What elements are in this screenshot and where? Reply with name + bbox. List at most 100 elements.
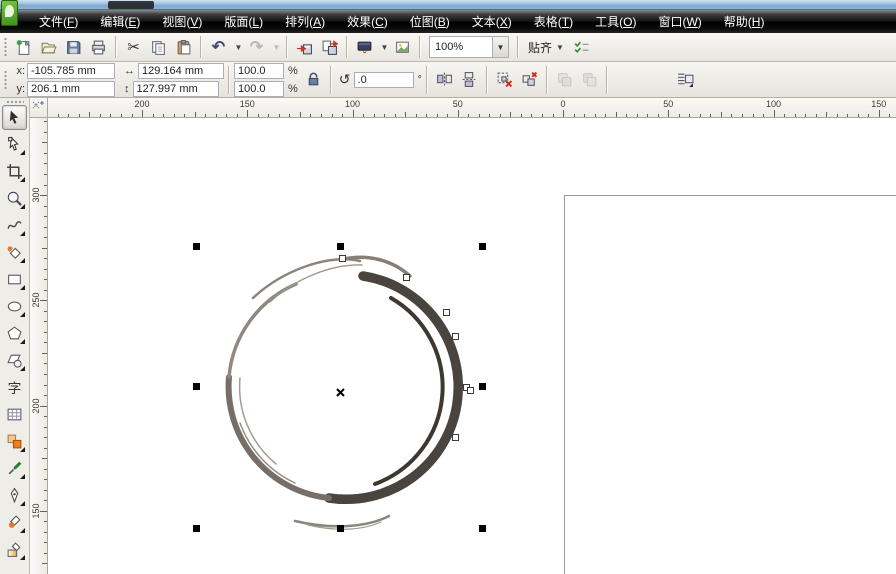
eyedropper-tool[interactable] (2, 456, 27, 481)
menu-item-t[interactable]: 表格(T) (523, 10, 584, 33)
drawing-canvas[interactable] (48, 118, 896, 574)
fill-tool[interactable] (2, 510, 27, 535)
scale-x-field[interactable]: 100.0 (234, 63, 284, 79)
propbar-grip[interactable] (3, 70, 8, 90)
selection-handle[interactable] (193, 243, 200, 250)
save-button[interactable] (62, 36, 85, 59)
crop-tool[interactable] (2, 159, 27, 184)
undo-dropdown[interactable]: ▼ (232, 36, 243, 59)
menu-bar: 文件(F)编辑(E)视图(V)版面(L)排列(A)效果(C)位图(B)文本(X)… (0, 10, 896, 33)
basic-shapes-tool[interactable] (2, 348, 27, 373)
blend-tool[interactable] (2, 429, 27, 454)
menu-item-e[interactable]: 编辑(E) (89, 10, 151, 33)
menu-item-b[interactable]: 位图(B) (399, 10, 461, 33)
selection-handle[interactable] (479, 525, 486, 532)
table-tool[interactable] (2, 402, 27, 427)
vertical-ruler[interactable]: 300250200150 (30, 118, 48, 574)
ellipse-tool[interactable] (2, 294, 27, 319)
object-height-field[interactable]: 127.997 mm (133, 81, 219, 97)
lock-icon (305, 71, 322, 88)
open-button[interactable] (37, 36, 60, 59)
artwork-brush-circle[interactable] (48, 118, 896, 574)
shape-tool[interactable] (2, 132, 27, 157)
undo-button[interactable]: ↶ (207, 36, 230, 59)
mirror-horizontal-button[interactable] (433, 68, 456, 91)
new-document-button[interactable] (12, 36, 35, 59)
selection-handle[interactable] (193, 383, 200, 390)
redo-dropdown[interactable]: ▼ (270, 36, 281, 59)
zoom-tool[interactable] (2, 186, 27, 211)
menu-item-x[interactable]: 文本(X) (461, 10, 523, 33)
toolbar-grip[interactable] (3, 37, 8, 57)
paste-button[interactable] (172, 36, 195, 59)
ruler-origin-corner[interactable] (30, 98, 48, 118)
toolbar-separator (200, 36, 202, 58)
ruler-tick (44, 258, 47, 259)
welcome-screen-button[interactable] (391, 36, 414, 59)
rectangle-tool[interactable] (2, 267, 27, 292)
copy-button[interactable] (147, 36, 170, 59)
ruler-tick (44, 174, 47, 175)
curve-node[interactable] (452, 434, 459, 441)
polygon-tool[interactable] (2, 321, 27, 346)
application-launcher-button[interactable] (353, 36, 376, 59)
menu-item-o[interactable]: 工具(O) (584, 10, 647, 33)
break-apart-button[interactable] (518, 68, 541, 91)
ruler-tick (563, 110, 564, 117)
scale-y-field[interactable]: 100.0 (234, 81, 284, 97)
wrap-paragraph-text-button[interactable] (674, 68, 697, 91)
menu-item-v[interactable]: 视图(V) (151, 10, 213, 33)
curve-node[interactable] (467, 387, 474, 394)
menu-item-l[interactable]: 版面(L) (213, 10, 274, 33)
print-button[interactable] (87, 36, 110, 59)
undo-icon: ↶ (212, 37, 225, 57)
smart-fill-tool[interactable] (2, 240, 27, 265)
redo-button[interactable]: ↷ (245, 36, 268, 59)
ruler-tick (616, 112, 617, 117)
selection-handle[interactable] (337, 243, 344, 250)
rotation-angle-field[interactable]: .0 (354, 72, 414, 88)
outline-pen-tool[interactable] (2, 483, 27, 508)
menu-item-f[interactable]: 文件(F) (28, 10, 89, 33)
selection-handle[interactable] (479, 243, 486, 250)
horizontal-ruler[interactable]: 20015010050050100150 (48, 98, 896, 118)
pick-tool[interactable] (2, 105, 27, 130)
ruler-label: 50 (453, 99, 463, 109)
ruler-tick (44, 227, 47, 228)
ruler-tick (637, 114, 638, 117)
menu-item-a[interactable]: 排列(A) (274, 10, 336, 33)
snap-to-button[interactable]: 贴齐 ▼ (523, 37, 569, 58)
ruler-tick (100, 114, 101, 117)
coreldraw-app-icon[interactable] (1, 0, 18, 26)
copy-icon (150, 39, 167, 56)
toolbox-grip[interactable] (6, 100, 24, 104)
launcher-dropdown[interactable]: ▼ (378, 36, 389, 59)
export-button[interactable] (318, 36, 341, 59)
import-button[interactable] (293, 36, 316, 59)
selection-center-mark[interactable] (336, 384, 345, 393)
curve-node[interactable] (339, 255, 346, 262)
curve-node[interactable] (403, 274, 410, 281)
zoom-level-combo[interactable]: 100% ▼ (429, 36, 509, 58)
text-tool[interactable]: 字 (2, 375, 27, 400)
window-titlebar[interactable] (0, 0, 896, 10)
menu-item-h[interactable]: 帮助(H) (713, 10, 776, 33)
selection-handle[interactable] (337, 525, 344, 532)
x-position-field[interactable]: -105.785 mm (27, 63, 115, 79)
cut-button[interactable]: ✂ (122, 36, 145, 59)
lock-ratio-button[interactable] (302, 68, 325, 91)
menu-item-w[interactable]: 窗口(W) (647, 10, 712, 33)
selection-handle[interactable] (479, 383, 486, 390)
zoom-combo-dropdown[interactable]: ▼ (492, 37, 508, 57)
options-button[interactable] (570, 36, 593, 59)
mirror-vertical-button[interactable] (458, 68, 481, 91)
y-position-field[interactable]: 206.1 mm (27, 81, 115, 97)
freehand-tool[interactable] (2, 213, 27, 238)
combine-button[interactable] (493, 68, 516, 91)
menu-item-c[interactable]: 效果(C) (336, 10, 399, 33)
interactive-fill-tool[interactable] (2, 537, 27, 562)
curve-node[interactable] (443, 309, 450, 316)
selection-handle[interactable] (193, 525, 200, 532)
curve-node[interactable] (452, 333, 459, 340)
object-width-field[interactable]: 129.164 mm (138, 63, 224, 79)
